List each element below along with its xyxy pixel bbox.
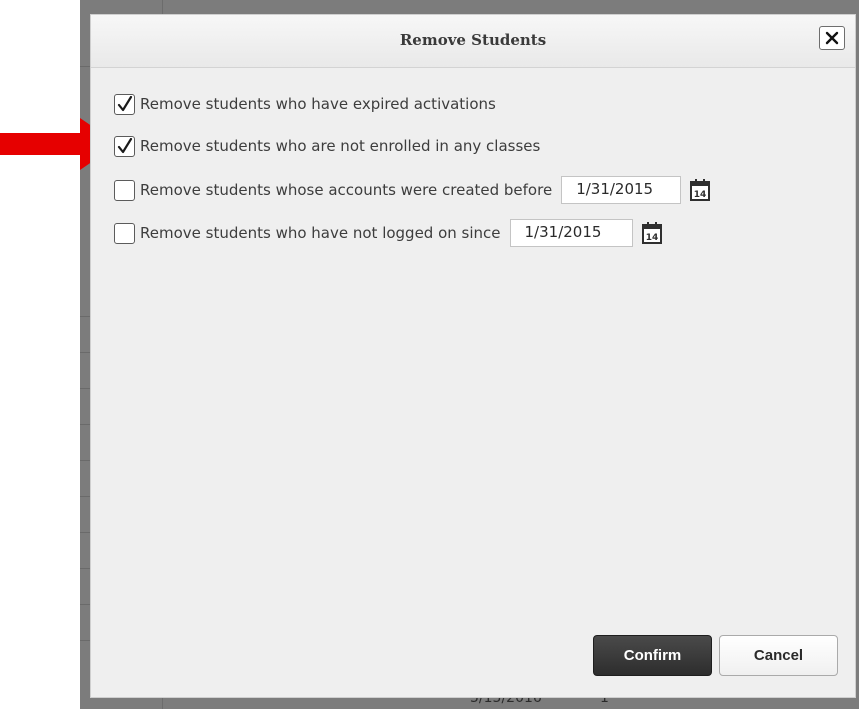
option-created-before[interactable]: Remove students whose accounts were crea…	[114, 176, 711, 204]
remove-students-dialog: Remove Students Remove students who have…	[90, 14, 856, 698]
calendar-icon-text: 14	[694, 190, 707, 200]
close-button[interactable]	[819, 26, 845, 50]
option-expired-activations[interactable]: Remove students who have expired activat…	[114, 90, 496, 118]
calendar-icon-text: 14	[645, 233, 658, 243]
option-not-enrolled[interactable]: Remove students who are not enrolled in …	[114, 132, 540, 160]
option-label: Remove students who have not logged on s…	[140, 224, 501, 242]
checkbox-expired-activations[interactable]	[114, 93, 135, 115]
checkbox-not-logged-on[interactable]	[114, 222, 135, 244]
option-label: Remove students whose accounts were crea…	[140, 181, 553, 199]
option-label: Remove students who have expired activat…	[140, 95, 496, 113]
calendar-icon[interactable]: 14	[690, 179, 711, 201]
checkbox-not-enrolled[interactable]	[114, 135, 135, 157]
close-icon	[825, 31, 839, 45]
calendar-icon[interactable]: 14	[641, 222, 662, 244]
not-logged-on-date-input[interactable]: 1/31/2015	[509, 219, 633, 247]
checkbox-created-before[interactable]	[114, 179, 135, 201]
cancel-button[interactable]: Cancel	[719, 635, 838, 676]
dialog-header: Remove Students	[91, 15, 855, 68]
checkmark-icon	[117, 138, 132, 154]
option-label: Remove students who are not enrolled in …	[140, 137, 541, 155]
dialog-title: Remove Students	[399, 31, 547, 49]
checkmark-icon	[117, 96, 132, 112]
option-not-logged-on[interactable]: Remove students who have not logged on s…	[114, 219, 662, 247]
confirm-button[interactable]: Confirm	[593, 635, 712, 676]
created-before-date-input[interactable]: 1/31/2015	[561, 176, 682, 204]
